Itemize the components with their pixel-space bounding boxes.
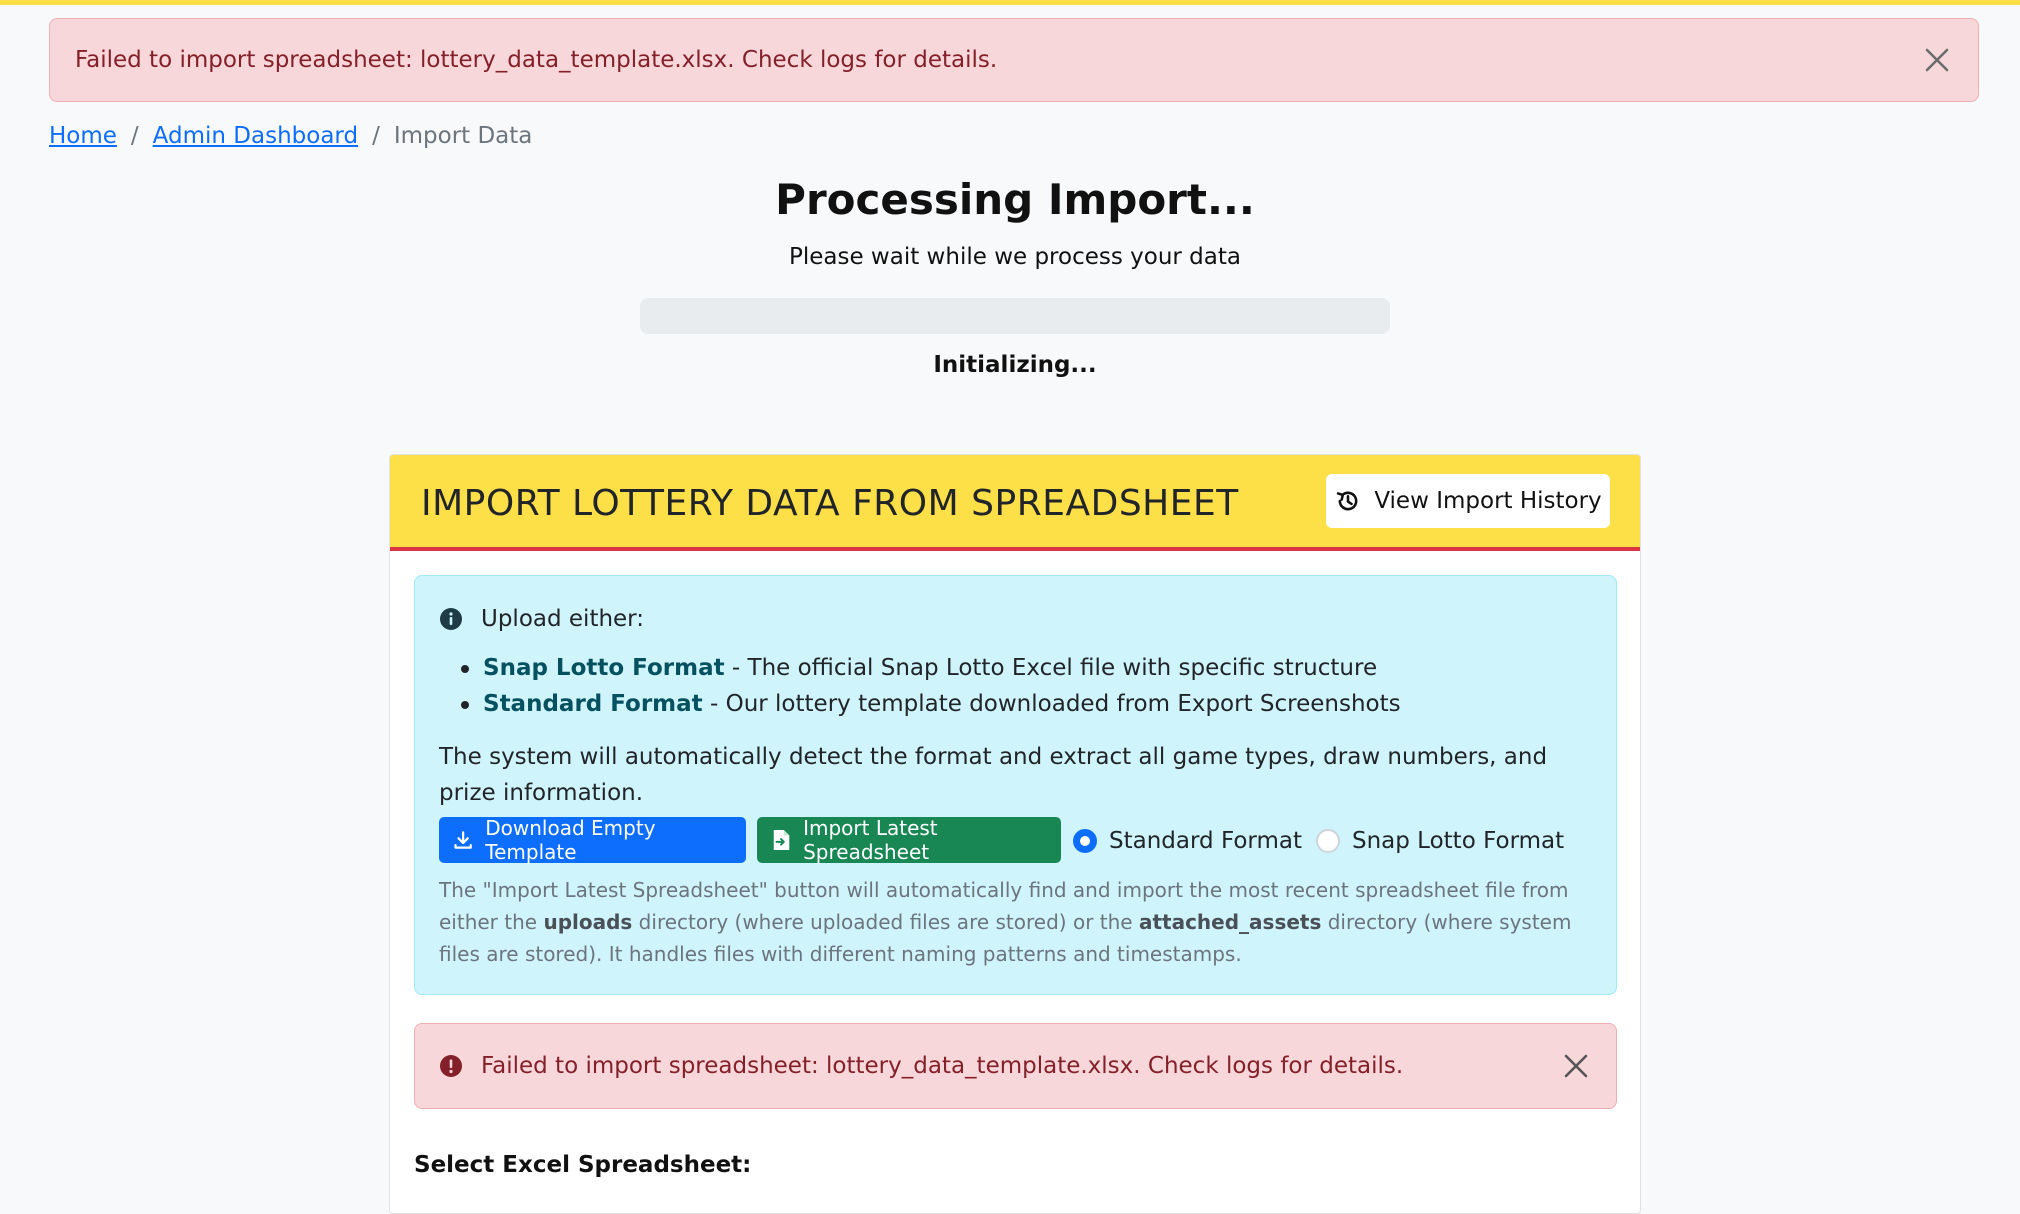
close-icon[interactable]	[1921, 44, 1953, 76]
format-description: - Our lottery template downloaded from E…	[702, 691, 1401, 717]
breadcrumb-admin-link[interactable]: Admin Dashboard	[153, 123, 358, 149]
card-title: IMPORT LOTTERY DATA FROM SPREADSHEET	[421, 483, 1239, 524]
info-heading: Upload either:	[481, 606, 644, 632]
radio-checked-icon[interactable]	[1073, 829, 1097, 853]
radio-standard-label: Standard Format	[1109, 828, 1302, 854]
format-name: Snap Lotto Format	[483, 655, 725, 681]
card-header: IMPORT LOTTERY DATA FROM SPREADSHEET Vie…	[390, 455, 1640, 551]
top-accent-line	[0, 0, 2020, 5]
breadcrumb-separator: /	[372, 123, 380, 149]
note-text: directory (where uploaded files are stor…	[632, 910, 1139, 934]
processing-status: Initializing...	[933, 352, 1097, 378]
view-import-history-label: View Import History	[1374, 488, 1602, 514]
close-icon[interactable]	[1560, 1050, 1592, 1082]
import-latest-label: Import Latest Spreadsheet	[803, 816, 938, 864]
info-icon	[440, 608, 462, 630]
info-heading-row: Upload either:	[439, 606, 644, 632]
progress-bar	[640, 298, 1390, 334]
radio-snap-label: Snap Lotto Format	[1352, 828, 1565, 854]
view-import-history-button[interactable]: View Import History	[1326, 474, 1610, 528]
processing-subtitle: Please wait while we process your data	[788, 244, 1241, 270]
radio-snap-lotto-format[interactable]: Snap Lotto Format	[1316, 823, 1564, 859]
note-uploads: uploads	[543, 910, 633, 934]
processing-title: Processing Import...	[775, 175, 1255, 224]
download-template-button[interactable]: Download Empty Template	[439, 816, 746, 864]
error-alert-inner: Failed to import spreadsheet: lottery_da…	[414, 1023, 1617, 1109]
history-icon	[1337, 491, 1358, 511]
select-spreadsheet-label: Select Excel Spreadsheet:	[414, 1152, 752, 1178]
info-description: The system will automatically detect the…	[439, 744, 1548, 806]
breadcrumb: Home / Admin Dashboard / Import Data	[49, 120, 532, 152]
error-alert-message: Failed to import spreadsheet: lottery_da…	[75, 47, 998, 73]
format-description: - The official Snap Lotto Excel file wit…	[724, 655, 1378, 681]
list-item: Snap Lotto Format - The official Snap Lo…	[461, 650, 1401, 686]
format-list: Snap Lotto Format - The official Snap Lo…	[461, 650, 1401, 722]
radio-unchecked-icon[interactable]	[1316, 829, 1340, 853]
upload-info-box: Upload either: Snap Lotto Format - The o…	[414, 575, 1617, 995]
exclamation-circle-icon	[440, 1055, 462, 1077]
error-alert-top: Failed to import spreadsheet: lottery_da…	[49, 18, 1979, 102]
error-alert-message: Failed to import spreadsheet: lottery_da…	[481, 1053, 1404, 1079]
download-icon	[454, 831, 472, 849]
import-latest-note: The "Import Latest Spreadsheet" button w…	[439, 874, 1599, 970]
format-name: Standard Format	[483, 691, 703, 717]
list-item: Standard Format - Our lottery template d…	[461, 686, 1401, 722]
breadcrumb-current: Import Data	[393, 123, 533, 149]
file-import-icon	[773, 829, 790, 851]
breadcrumb-home-link[interactable]: Home	[49, 123, 117, 149]
breadcrumb-separator: /	[130, 123, 139, 149]
note-attached-assets: attached_assets	[1138, 910, 1322, 934]
radio-standard-format[interactable]: Standard Format	[1073, 823, 1302, 859]
download-template-label: Download Empty Template	[485, 816, 656, 864]
import-card: IMPORT LOTTERY DATA FROM SPREADSHEET Vie…	[389, 454, 1641, 1214]
import-latest-button[interactable]: Import Latest Spreadsheet	[757, 816, 1061, 864]
